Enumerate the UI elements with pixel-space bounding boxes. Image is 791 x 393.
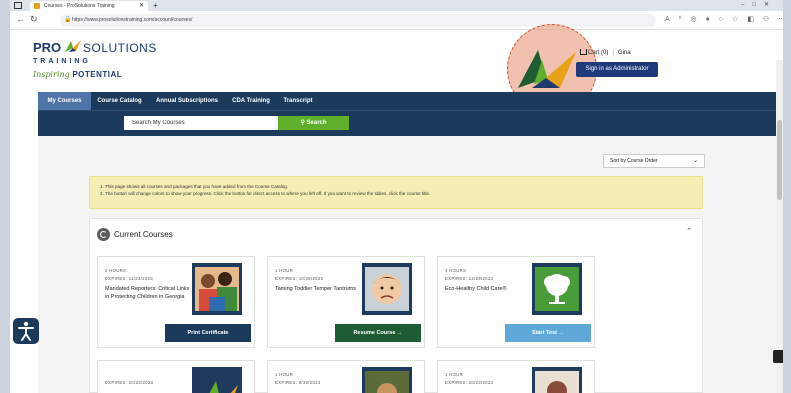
browser-window: Courses - ProSolutions Training ✕ + –□✕ … — [10, 0, 783, 393]
nav-course-catalog[interactable]: Course Catalog — [91, 92, 148, 110]
course-card: 2 HOURS EXPIRES: 11/23/2023 Mandated Rep… — [97, 256, 255, 348]
tab-strip: Courses - ProSolutions Training ✕ + –□✕ — [10, 0, 783, 11]
notice-line-1: 1. This page shows all courses and packa… — [100, 184, 289, 189]
refresh-icon[interactable]: ↻ — [30, 14, 38, 25]
logo-solutions: SOLUTIONS — [83, 41, 157, 55]
address-bar: ← ↻ 🔒 https://www.prosolutionstraining.c… — [10, 11, 783, 30]
search-input[interactable] — [124, 116, 278, 130]
course-thumbnail[interactable] — [192, 367, 242, 393]
nav-my-courses[interactable]: My Courses — [38, 92, 91, 110]
course-search-bar: ⚲ Search — [38, 110, 783, 136]
course-meta: 1 HOUR EXPIRES: 9/30/2023 — [275, 372, 321, 385]
url-text: https://www.prosolutionstraining.com/acc… — [72, 17, 193, 23]
window-controls[interactable]: –□✕ — [741, 0, 777, 11]
new-tab-icon[interactable]: + — [153, 0, 158, 11]
current-courses-panel: Current Courses ⌃ 2 HOURS EXPIRES: 11/23… — [89, 218, 703, 393]
accessibility-icon — [18, 321, 34, 341]
sign-in-as-admin-button[interactable]: Sign in as Administrator — [576, 62, 658, 77]
course-photo-icon — [365, 371, 409, 393]
course-thumbnail[interactable] — [532, 263, 582, 315]
favicon-icon — [34, 3, 40, 9]
course-thumbnail[interactable] — [192, 263, 242, 315]
tab-actions-icon[interactable] — [14, 2, 22, 9]
close-tab-icon[interactable]: ✕ — [139, 1, 144, 11]
nav-annual-subscriptions[interactable]: Annual Subscriptions — [148, 92, 226, 110]
nav-transcript[interactable]: Transcript — [276, 92, 320, 110]
bird-overlay-icon — [518, 50, 576, 88]
course-photo-icon — [535, 371, 579, 393]
logo-training: TRAINING — [33, 58, 91, 65]
browser-tab[interactable]: Courses - ProSolutions Training ✕ — [30, 1, 148, 11]
cart-link[interactable]: Cart (0) — [580, 49, 608, 56]
header-user-area: Cart (0) | Gina — [580, 49, 631, 56]
start-test-button[interactable]: Start Test → — [505, 324, 591, 342]
print-certificate-button[interactable]: Print Certificate — [165, 324, 251, 342]
bird-logo-icon — [65, 40, 81, 52]
tab-title: Courses - ProSolutions Training — [44, 3, 115, 9]
course-card: 1 HOUR EXPIRES: 9/30/2023 — [267, 360, 425, 393]
resume-course-button[interactable]: Resume Course → — [335, 324, 421, 342]
course-card: 1 HOUR EXPIRES: 10/26/2023 Taming Toddle… — [267, 256, 425, 348]
search-button[interactable]: ⚲ Search — [278, 116, 349, 130]
back-icon[interactable]: ← — [16, 14, 25, 24]
course-meta: 3 HOURS EXPIRES: 12/29/2023 — [445, 268, 494, 281]
logo-tagline: Inspiring POTENTIAL — [33, 70, 123, 79]
course-meta: 1 HOUR EXPIRES: 10/23/2023 — [445, 372, 494, 385]
eco-tree-icon — [535, 267, 579, 311]
main-nav: My Courses Course Catalog Annual Subscri… — [38, 92, 783, 110]
sort-selected-value: Sort by Course Order — [610, 158, 658, 164]
course-card: 3 HOURS EXPIRES: 12/29/2023 Eco-Healthy … — [437, 256, 595, 348]
logo-pro: PRO — [33, 40, 62, 55]
search-icon: ⚲ — [300, 120, 305, 126]
user-menu[interactable]: Gina — [618, 50, 631, 56]
chevron-down-icon: ⌄ — [692, 158, 698, 164]
info-notice: 1. This page shows all courses and packa… — [89, 176, 703, 209]
children-photo-icon — [195, 267, 239, 311]
toddler-photo-icon — [365, 267, 409, 311]
chat-widget-icon[interactable] — [773, 350, 783, 363]
course-card: 1 HOUR EXPIRES: 10/23/2023 — [437, 360, 595, 393]
course-meta: 2 HOURS EXPIRES: 11/23/2023 — [105, 268, 153, 281]
prosolutions-logo[interactable]: PRO SOLUTIONS TRAINING Inspiring POTENTI… — [33, 38, 163, 86]
notice-line-2: 2. The button will change colors to show… — [100, 191, 431, 196]
course-meta: 1 HOUR EXPIRES: 10/26/2023 — [275, 268, 324, 281]
course-title-link[interactable]: Mandated Reporters: Critical Links in Pr… — [105, 286, 195, 301]
nav-cda-training[interactable]: CDA Training — [226, 92, 276, 110]
cart-icon — [580, 49, 587, 55]
courses-icon — [97, 228, 110, 241]
course-title-link[interactable]: Taming Toddler Temper Tantrums — [275, 286, 365, 294]
bird-logo-icon — [209, 381, 238, 393]
collapse-chevron-icon[interactable]: ⌃ — [686, 227, 692, 235]
course-card: EXPIRES: 10/23/2023 — [97, 360, 255, 393]
course-meta: EXPIRES: 10/23/2023 — [105, 380, 154, 385]
browser-toolbar-icons[interactable]: A⁰◎●○☆◧⚇⋯ — [665, 15, 783, 23]
accessibility-button[interactable] — [13, 318, 39, 344]
sort-select[interactable]: Sort by Course Order ⌄ — [603, 154, 705, 168]
url-field[interactable]: 🔒 https://www.prosolutionstraining.com/a… — [60, 14, 656, 27]
site: PRO SOLUTIONS TRAINING Inspiring POTENTI… — [10, 24, 783, 393]
course-thumbnail[interactable] — [362, 263, 412, 315]
lock-icon: 🔒 — [64, 17, 72, 23]
scrollbar-thumb[interactable] — [777, 120, 782, 200]
panel-heading: Current Courses — [114, 230, 173, 239]
course-title-link[interactable]: Eco-Healthy Child Care® — [445, 286, 535, 294]
page-scrollbar[interactable] — [776, 60, 783, 393]
main-content: Sort by Course Order ⌄ 1. This page show… — [38, 136, 783, 393]
course-thumbnail[interactable] — [532, 367, 582, 393]
course-thumbnail[interactable] — [362, 367, 412, 393]
